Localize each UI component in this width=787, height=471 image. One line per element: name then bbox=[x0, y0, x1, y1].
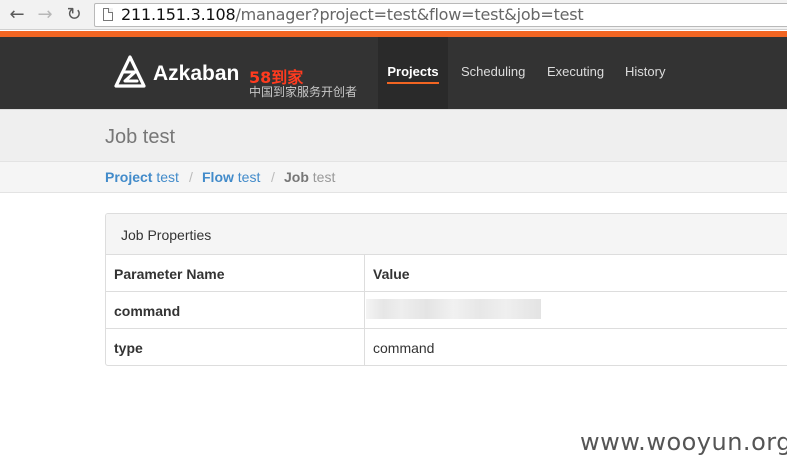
browser-toolbar: ← → ↻ 211.151.3.108/manager?project=test… bbox=[0, 0, 787, 30]
breadcrumb-separator: / bbox=[189, 169, 193, 185]
table-row: command bbox=[106, 292, 787, 329]
nav-projects[interactable]: Projects bbox=[378, 37, 448, 109]
url-path: /manager?project=test&flow=test&job=test bbox=[235, 5, 584, 24]
breadcrumb-separator: / bbox=[271, 169, 275, 185]
param-value: command bbox=[373, 340, 435, 356]
table-header-row: Parameter Name Value bbox=[106, 255, 787, 292]
url-text[interactable]: 211.151.3.108/manager?project=test&flow=… bbox=[121, 6, 584, 24]
panel-heading: Job Properties bbox=[106, 214, 787, 255]
brand-name[interactable]: Azkaban bbox=[153, 62, 239, 86]
param-name: type bbox=[114, 340, 143, 356]
forward-arrow-icon[interactable]: → bbox=[34, 4, 56, 26]
nav-scheduling[interactable]: Scheduling bbox=[461, 37, 525, 109]
table-row: type command bbox=[106, 329, 787, 365]
reload-icon[interactable]: ↻ bbox=[63, 4, 85, 26]
address-bar[interactable]: 211.151.3.108/manager?project=test&flow=… bbox=[94, 3, 787, 27]
breadcrumb-project[interactable]: Project test bbox=[105, 169, 179, 185]
page-icon bbox=[103, 8, 113, 21]
back-arrow-icon[interactable]: ← bbox=[6, 4, 28, 26]
redacted-value bbox=[366, 299, 541, 319]
column-header-param: Parameter Name bbox=[114, 266, 225, 282]
breadcrumb-job: Job test bbox=[284, 169, 336, 185]
brand-tagline: 中国到家服务开创者 bbox=[249, 85, 358, 99]
page-header: Job test bbox=[0, 109, 787, 161]
url-host: 211.151.3.108 bbox=[121, 5, 236, 24]
azkaban-logo-icon[interactable] bbox=[113, 55, 147, 89]
nav-history[interactable]: History bbox=[625, 37, 665, 109]
column-header-value: Value bbox=[373, 266, 410, 282]
param-name: command bbox=[114, 303, 181, 319]
nav-executing[interactable]: Executing bbox=[547, 37, 604, 109]
job-properties-panel: Job Properties Parameter Name Value comm… bbox=[105, 213, 787, 366]
breadcrumb: Project test / Flow test / Job test bbox=[0, 161, 787, 193]
top-navbar: Azkaban 58到家 中国到家服务开创者 Projects Scheduli… bbox=[0, 37, 787, 109]
watermark: www.wooyun.org bbox=[580, 428, 787, 456]
breadcrumb-flow[interactable]: Flow test bbox=[202, 169, 260, 185]
page-title: Job test bbox=[105, 126, 176, 148]
